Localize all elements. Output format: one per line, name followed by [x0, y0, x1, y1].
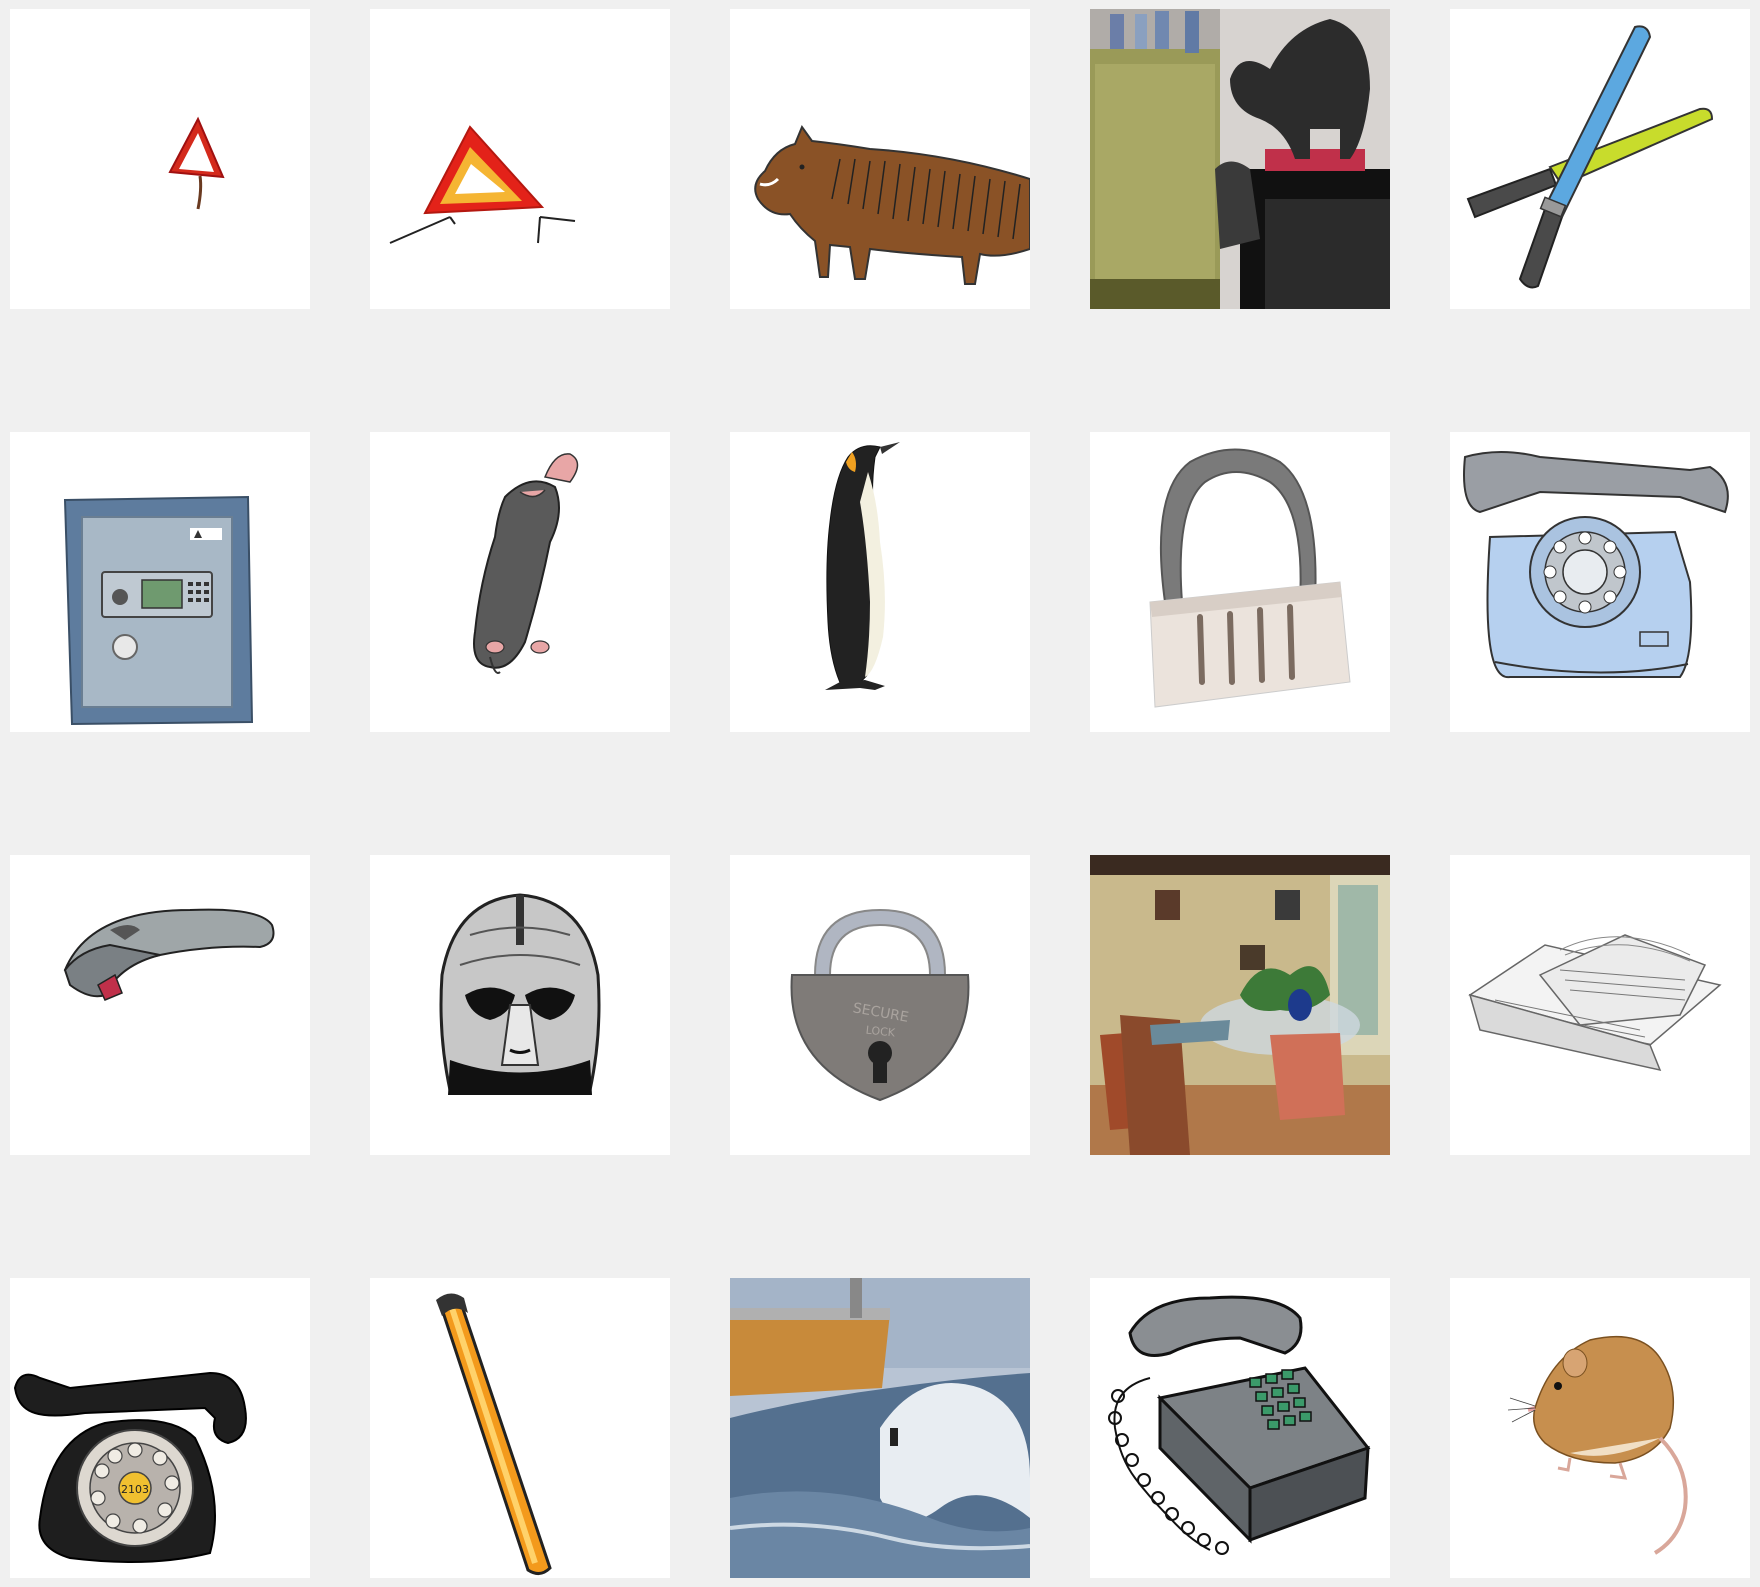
tile-18[interactable] [730, 1278, 1030, 1578]
helmet-icon [439, 893, 601, 1095]
tile-6[interactable] [10, 432, 310, 732]
image-grid: SECURE LOCK 2103 [10, 9, 1750, 1578]
tile-20[interactable] [1450, 1278, 1750, 1578]
boar-icon [754, 124, 1030, 285]
rotary-phone-black-icon: 2103 [13, 1371, 247, 1563]
padlock-photo [1149, 448, 1351, 708]
tile-13[interactable]: SECURE LOCK [730, 855, 1030, 1155]
tile-9[interactable] [1090, 432, 1390, 732]
tile-8[interactable] [730, 432, 1030, 732]
cats-aquarium-photo [1090, 9, 1390, 309]
light-stick-orange-icon [436, 1293, 552, 1575]
tile-19[interactable] [1090, 1278, 1390, 1578]
penguin-icon [825, 442, 900, 690]
tile-2[interactable] [370, 9, 670, 309]
warning-triangle-small-icon [168, 116, 225, 210]
tile-10[interactable] [1450, 432, 1750, 732]
mole-icon [473, 453, 579, 674]
dining-room-photo [1090, 855, 1390, 1155]
rotary-phone-blue-icon [1463, 451, 1729, 679]
glow-sticks-icon [1466, 25, 1714, 289]
tile-1[interactable] [10, 9, 310, 309]
mouse-icon [1507, 1335, 1688, 1555]
tile-11[interactable] [10, 855, 310, 1155]
safe-icon [63, 495, 254, 726]
tile-7[interactable] [370, 432, 670, 732]
tile-17[interactable] [370, 1278, 670, 1578]
tile-15[interactable] [1450, 855, 1750, 1155]
barcode-scanner-icon [63, 908, 275, 1001]
calculator-stand-icon [1468, 934, 1722, 1072]
surfer-wave-photo [730, 1278, 1030, 1578]
padlock-icon: SECURE LOCK [790, 908, 970, 1102]
tile-14[interactable] [1090, 855, 1390, 1155]
tile-12[interactable] [370, 855, 670, 1155]
dial-center-label: 2103 [121, 1483, 149, 1496]
warning-triangle-icon [389, 125, 576, 244]
push-button-phone-icon [1108, 1295, 1371, 1555]
tile-16[interactable]: 2103 [10, 1278, 310, 1578]
tile-3[interactable] [730, 9, 1030, 309]
tile-4[interactable] [1090, 9, 1390, 309]
tile-5[interactable] [1450, 9, 1750, 309]
